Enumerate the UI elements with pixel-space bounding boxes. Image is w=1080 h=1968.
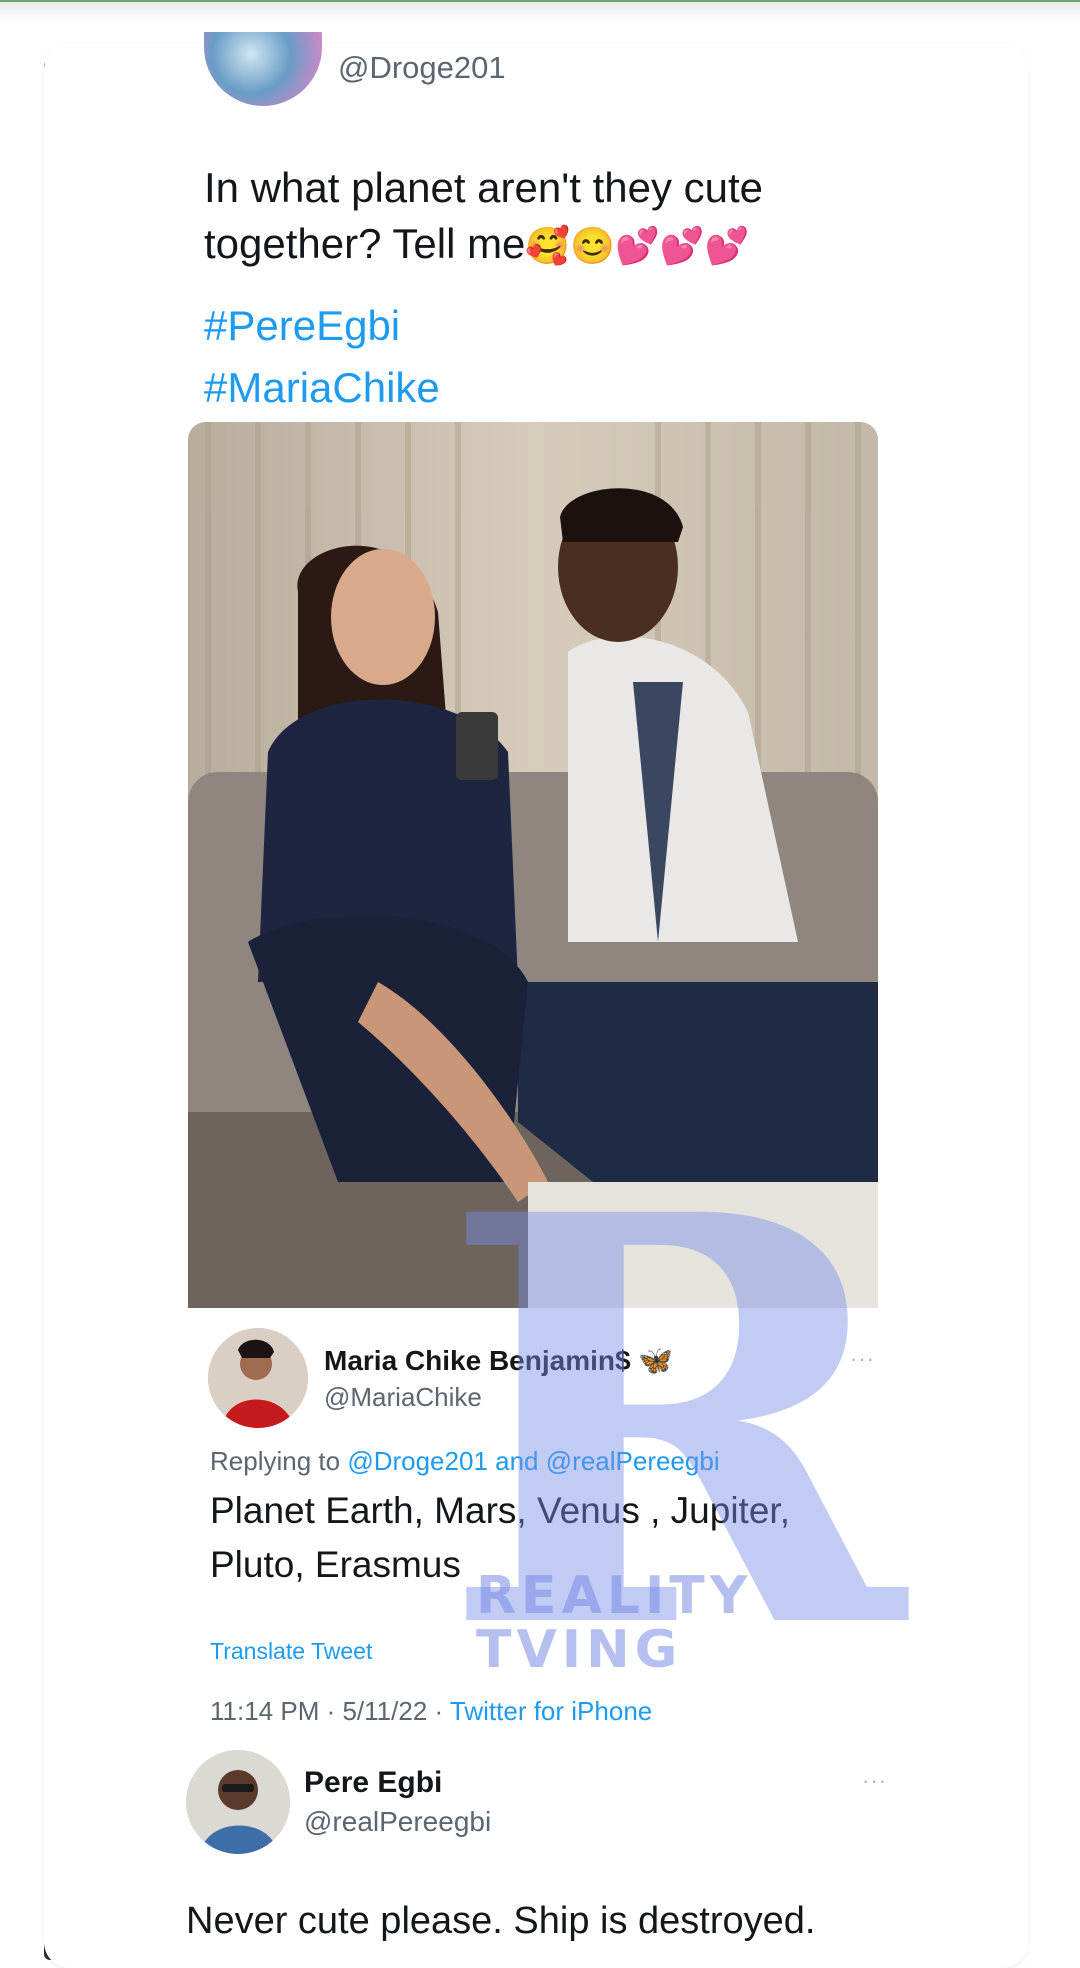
tweet-emojis: 🥰😊💕💕💕 — [525, 225, 750, 266]
replying-to-line: Replying to @Droge201 and @realPereegbi — [210, 1446, 720, 1477]
more-dots-icon[interactable]: ··· — [850, 1346, 875, 1372]
reply2-author-handle[interactable]: @realPereegbi — [304, 1806, 491, 1838]
reply2-author-name[interactable]: Pere Egbi — [304, 1766, 442, 1800]
replying-and: and — [495, 1446, 539, 1476]
butterfly-icon: 🦋 — [638, 1345, 674, 1376]
avatar-pere-illustration — [186, 1750, 290, 1854]
translate-tweet-link[interactable]: Translate Tweet — [210, 1638, 372, 1665]
tweet-text: In what planet aren't they cute together… — [204, 160, 864, 274]
couple-photo-illustration — [188, 422, 878, 1308]
hashtag-mariachike[interactable]: #MariaChike — [204, 364, 440, 412]
reply2-text: Never cute please. Ship is destroyed. — [186, 1900, 816, 1942]
hashtag-pereegbi[interactable]: #PereEgbi — [204, 302, 400, 350]
more-dots-icon[interactable]: ··· — [862, 1768, 887, 1794]
replying-prefix: Replying to — [210, 1446, 341, 1476]
avatar-realpereegbi[interactable] — [186, 1750, 290, 1854]
avatar-mariachike[interactable] — [208, 1328, 308, 1428]
mention-realpereegbi[interactable]: @realPereegbi — [546, 1446, 720, 1476]
tweet-photo[interactable] — [188, 422, 878, 1308]
tweet-timestamp: 11:14 PM · 5/11/22 · — [210, 1696, 450, 1726]
reply-author-handle[interactable]: @MariaChike — [324, 1382, 482, 1413]
tweet-author-handle[interactable]: @Droge201 — [338, 50, 506, 86]
avatar-maria-illustration — [208, 1328, 308, 1428]
reply-author-name[interactable]: Maria Chike Benjamin$ 🦋 — [324, 1344, 673, 1377]
reply-text: Planet Earth, Mars, Venus , Jupiter, Plu… — [210, 1490, 790, 1585]
maria-name-text: Maria Chike Benjamin$ — [324, 1345, 631, 1376]
tweet-source-link[interactable]: Twitter for iPhone — [450, 1696, 652, 1726]
tweet-metadata: 11:14 PM · 5/11/22 · Twitter for iPhone — [210, 1696, 652, 1727]
mention-droge201[interactable]: @Droge201 — [347, 1446, 488, 1476]
top-bar-shadow — [0, 0, 1080, 22]
